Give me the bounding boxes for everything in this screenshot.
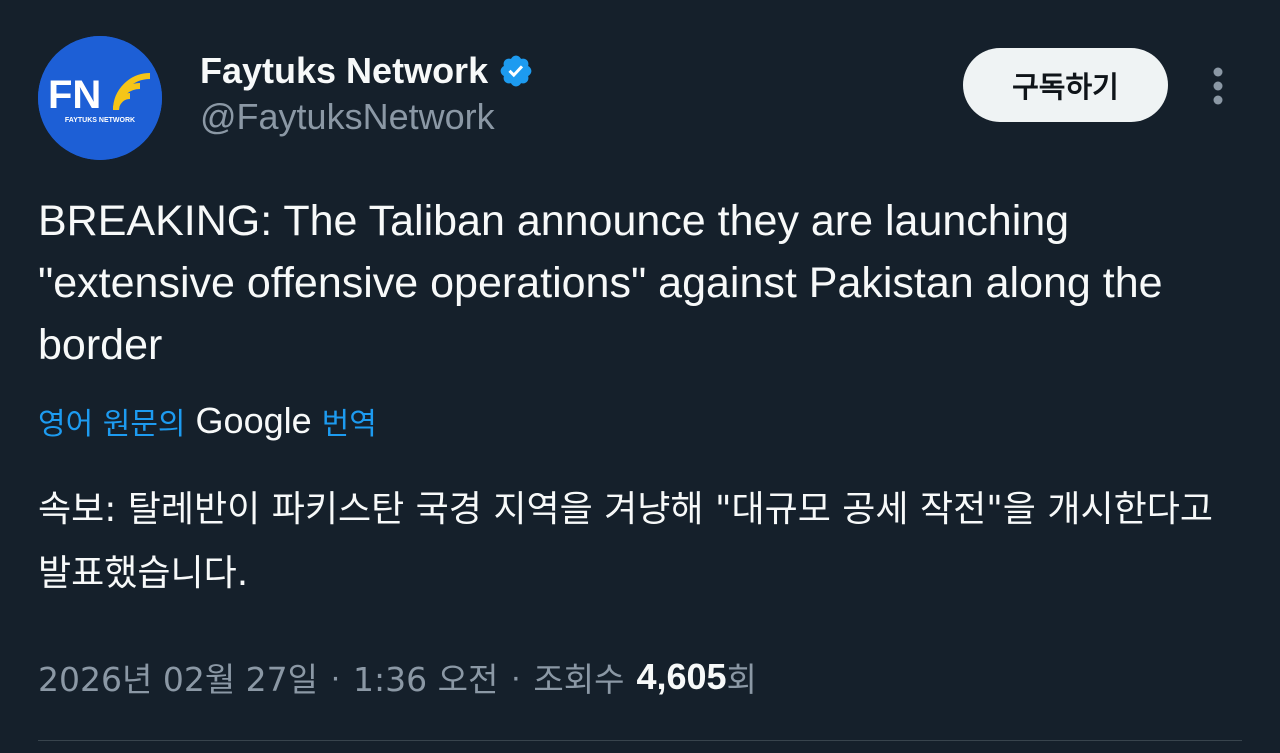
divider xyxy=(38,740,1242,741)
views-unit: 회 xyxy=(726,660,757,699)
tweet-meta: 2026년 02월 27일 · 1:36 오전 · 조회수 4,605 회 xyxy=(38,652,757,702)
author-name-row: Faytuks Network xyxy=(200,48,534,94)
avatar-logo-subtext: FAYTUKS NETWORK xyxy=(65,117,135,124)
translation-action-label: 번역 xyxy=(321,407,377,442)
translation-source-label: 영어 원문의 xyxy=(38,407,186,442)
verified-badge-icon[interactable] xyxy=(498,53,534,89)
views-label: 조회수 xyxy=(533,660,625,699)
tweet-time[interactable]: 1:36 오전 xyxy=(353,653,498,701)
meta-separator: · xyxy=(330,658,342,695)
avatar[interactable]: FN FAYTUKS NETWORK xyxy=(38,36,162,160)
translated-text: 속보: 탈레반이 파키스탄 국경 지역을 겨냥해 "대규모 공세 작전"을 개시… xyxy=(38,489,1213,594)
translation-toggle[interactable]: 영어 원문의 Google 번역 xyxy=(38,398,377,444)
google-logo: Google xyxy=(195,400,312,441)
subscribe-button[interactable]: 구독하기 xyxy=(963,48,1168,122)
tweet-text: BREAKING: The Taliban announce they are … xyxy=(38,197,1163,369)
more-vertical-icon xyxy=(1213,67,1223,105)
meta-separator: · xyxy=(510,658,522,695)
author-display-name[interactable]: Faytuks Network xyxy=(200,50,488,92)
views-count[interactable]: 4,605 xyxy=(636,656,726,698)
tweet-date[interactable]: 2026년 02월 27일 xyxy=(38,653,318,701)
more-options-button[interactable] xyxy=(1196,62,1240,110)
faytuks-logo: FN FAYTUKS NETWORK xyxy=(38,36,162,160)
author-handle[interactable]: @FaytuksNetwork xyxy=(200,96,495,138)
avatar-logo-text: FN xyxy=(48,73,101,117)
